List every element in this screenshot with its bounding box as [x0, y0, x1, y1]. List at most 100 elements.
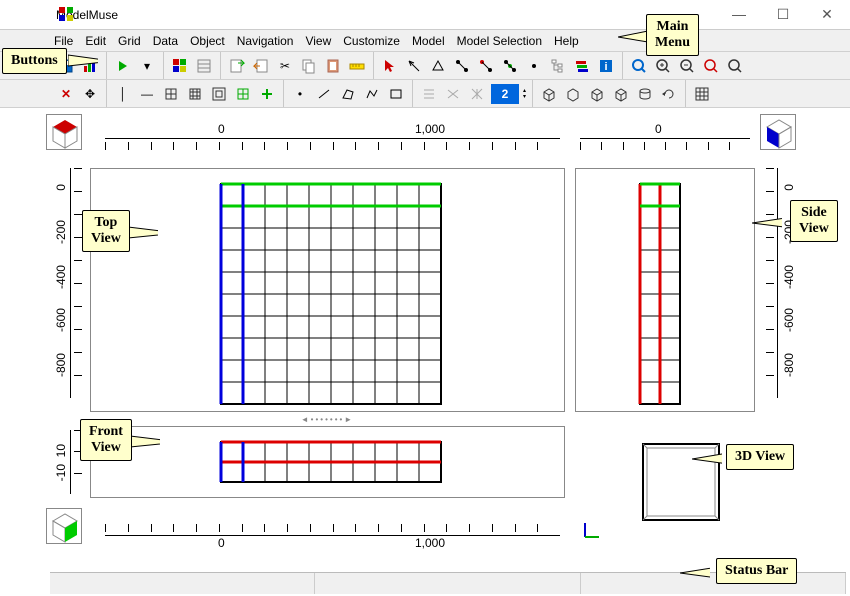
- zoom-out-button[interactable]: [677, 56, 697, 76]
- grid-a-button[interactable]: [161, 84, 181, 104]
- grid-on-button[interactable]: [233, 84, 253, 104]
- select-arrow-button[interactable]: [380, 56, 400, 76]
- refresh-button[interactable]: [659, 84, 679, 104]
- node-insert-button[interactable]: [500, 56, 520, 76]
- run-button[interactable]: [113, 56, 133, 76]
- draw-rect-button[interactable]: [386, 84, 406, 104]
- close-button[interactable]: ✕: [812, 6, 842, 23]
- select-polygon-button[interactable]: [428, 56, 448, 76]
- zoom-in-button[interactable]: [653, 56, 673, 76]
- export-button[interactable]: [227, 56, 247, 76]
- right-ruler-400: -400: [782, 265, 796, 289]
- side-view-cube[interactable]: [760, 114, 796, 150]
- info-button[interactable]: i: [596, 56, 616, 76]
- menu-help[interactable]: Help: [554, 34, 579, 48]
- layers-button[interactable]: [572, 56, 592, 76]
- menu-bar: File Edit Grid Data Object Navigation Vi…: [0, 30, 850, 52]
- top-ruler-label-1000: 1,000: [415, 122, 445, 136]
- front-ruler-m10: -10: [54, 464, 68, 481]
- cube-d-button[interactable]: [611, 84, 631, 104]
- add-grid-button[interactable]: [257, 84, 277, 104]
- draw-point-button[interactable]: •: [290, 84, 310, 104]
- status-section-3: [581, 573, 846, 594]
- minimize-button[interactable]: —: [724, 6, 754, 23]
- pan-button[interactable]: [701, 56, 721, 76]
- cube-c-button[interactable]: [587, 84, 607, 104]
- color-grid-button[interactable]: [170, 56, 190, 76]
- left-ruler-600: -600: [54, 308, 68, 332]
- front-view-cube[interactable]: [46, 508, 82, 544]
- mesh-a-button[interactable]: [419, 84, 439, 104]
- node-delete-button[interactable]: [476, 56, 496, 76]
- menu-view[interactable]: View: [305, 34, 331, 48]
- ruler-button[interactable]: [347, 56, 367, 76]
- cut-button[interactable]: ✂: [275, 56, 295, 76]
- app-icon: [58, 6, 74, 22]
- top-ruler-label-0: 0: [218, 122, 225, 136]
- grid-view-button[interactable]: [692, 84, 712, 104]
- vline-button[interactable]: │: [113, 84, 133, 104]
- right-ruler-0: 0: [782, 184, 796, 191]
- toolbar-row-2: ✕ ✥ │ — • 2 ▴▾: [0, 80, 850, 108]
- mesh-b-button[interactable]: [443, 84, 463, 104]
- left-ruler-400: -400: [54, 265, 68, 289]
- draw-polygon-button[interactable]: [338, 84, 358, 104]
- select-lasso-button[interactable]: [404, 56, 424, 76]
- menu-navigation[interactable]: Navigation: [237, 34, 294, 48]
- point-button[interactable]: [524, 56, 544, 76]
- side-ruler-label-0: 0: [655, 122, 662, 136]
- axis-indicator-icon: [582, 520, 602, 540]
- copy-button[interactable]: [299, 56, 319, 76]
- side-view-panel[interactable]: [575, 168, 755, 412]
- bottom-ruler-label-1000: 1,000: [415, 536, 445, 550]
- front-ruler-10: 10: [54, 444, 68, 457]
- grid-b-button[interactable]: [185, 84, 205, 104]
- right-ruler-600: -600: [782, 308, 796, 332]
- callout-side-view: Side View: [790, 200, 838, 242]
- menu-edit[interactable]: Edit: [85, 34, 106, 48]
- menu-grid[interactable]: Grid: [118, 34, 141, 48]
- import-button[interactable]: [251, 56, 271, 76]
- menu-model-selection[interactable]: Model Selection: [457, 34, 542, 48]
- hline-button[interactable]: —: [137, 84, 157, 104]
- zoom-extents-button[interactable]: [725, 56, 745, 76]
- status-section-2: [315, 573, 580, 594]
- tree-button[interactable]: [548, 56, 568, 76]
- splitter-grip-icon: ◄•••••••►: [301, 415, 354, 424]
- layer-number-field[interactable]: 2: [491, 84, 519, 104]
- front-view-panel[interactable]: [90, 426, 565, 498]
- move-button[interactable]: ✥: [80, 84, 100, 104]
- menu-object[interactable]: Object: [190, 34, 225, 48]
- toolbar-row-1: ▾ ✂ i: [0, 52, 850, 80]
- dropdown-icon[interactable]: ▾: [137, 56, 157, 76]
- splitter-horizontal[interactable]: ◄•••••••►: [90, 414, 565, 424]
- left-ruler-200: -200: [54, 220, 68, 244]
- node-edit-button[interactable]: [452, 56, 472, 76]
- top-view-cube[interactable]: [46, 114, 82, 150]
- menu-data[interactable]: Data: [153, 34, 178, 48]
- status-section-1: [50, 573, 315, 594]
- zoom-button[interactable]: [629, 56, 649, 76]
- cube-b-button[interactable]: [563, 84, 583, 104]
- menu-model[interactable]: Model: [412, 34, 445, 48]
- callout-front-view: Front View: [80, 419, 132, 461]
- left-ruler-0: 0: [54, 184, 68, 191]
- data-button[interactable]: [194, 56, 214, 76]
- layer-spinner[interactable]: ▴▾: [523, 88, 526, 100]
- callout-main-menu: Main Menu: [646, 14, 699, 56]
- mesh-c-button[interactable]: [467, 84, 487, 104]
- main-content: 0 1,000 0 0 -200 -400 -600 -800 0 -200 -…: [0, 108, 850, 596]
- paste-button[interactable]: [323, 56, 343, 76]
- menu-file[interactable]: File: [54, 34, 73, 48]
- cube-a-button[interactable]: [539, 84, 559, 104]
- draw-line-button[interactable]: [314, 84, 334, 104]
- delete-button[interactable]: ✕: [56, 84, 76, 104]
- top-view-panel[interactable]: [90, 168, 565, 412]
- grid-c-button[interactable]: [209, 84, 229, 104]
- menu-customize[interactable]: Customize: [343, 34, 400, 48]
- cylinder-button[interactable]: [635, 84, 655, 104]
- side-ruler-top: [580, 138, 750, 150]
- callout-3d-view: 3D View: [726, 444, 794, 470]
- draw-path-button[interactable]: [362, 84, 382, 104]
- maximize-button[interactable]: ☐: [768, 6, 798, 23]
